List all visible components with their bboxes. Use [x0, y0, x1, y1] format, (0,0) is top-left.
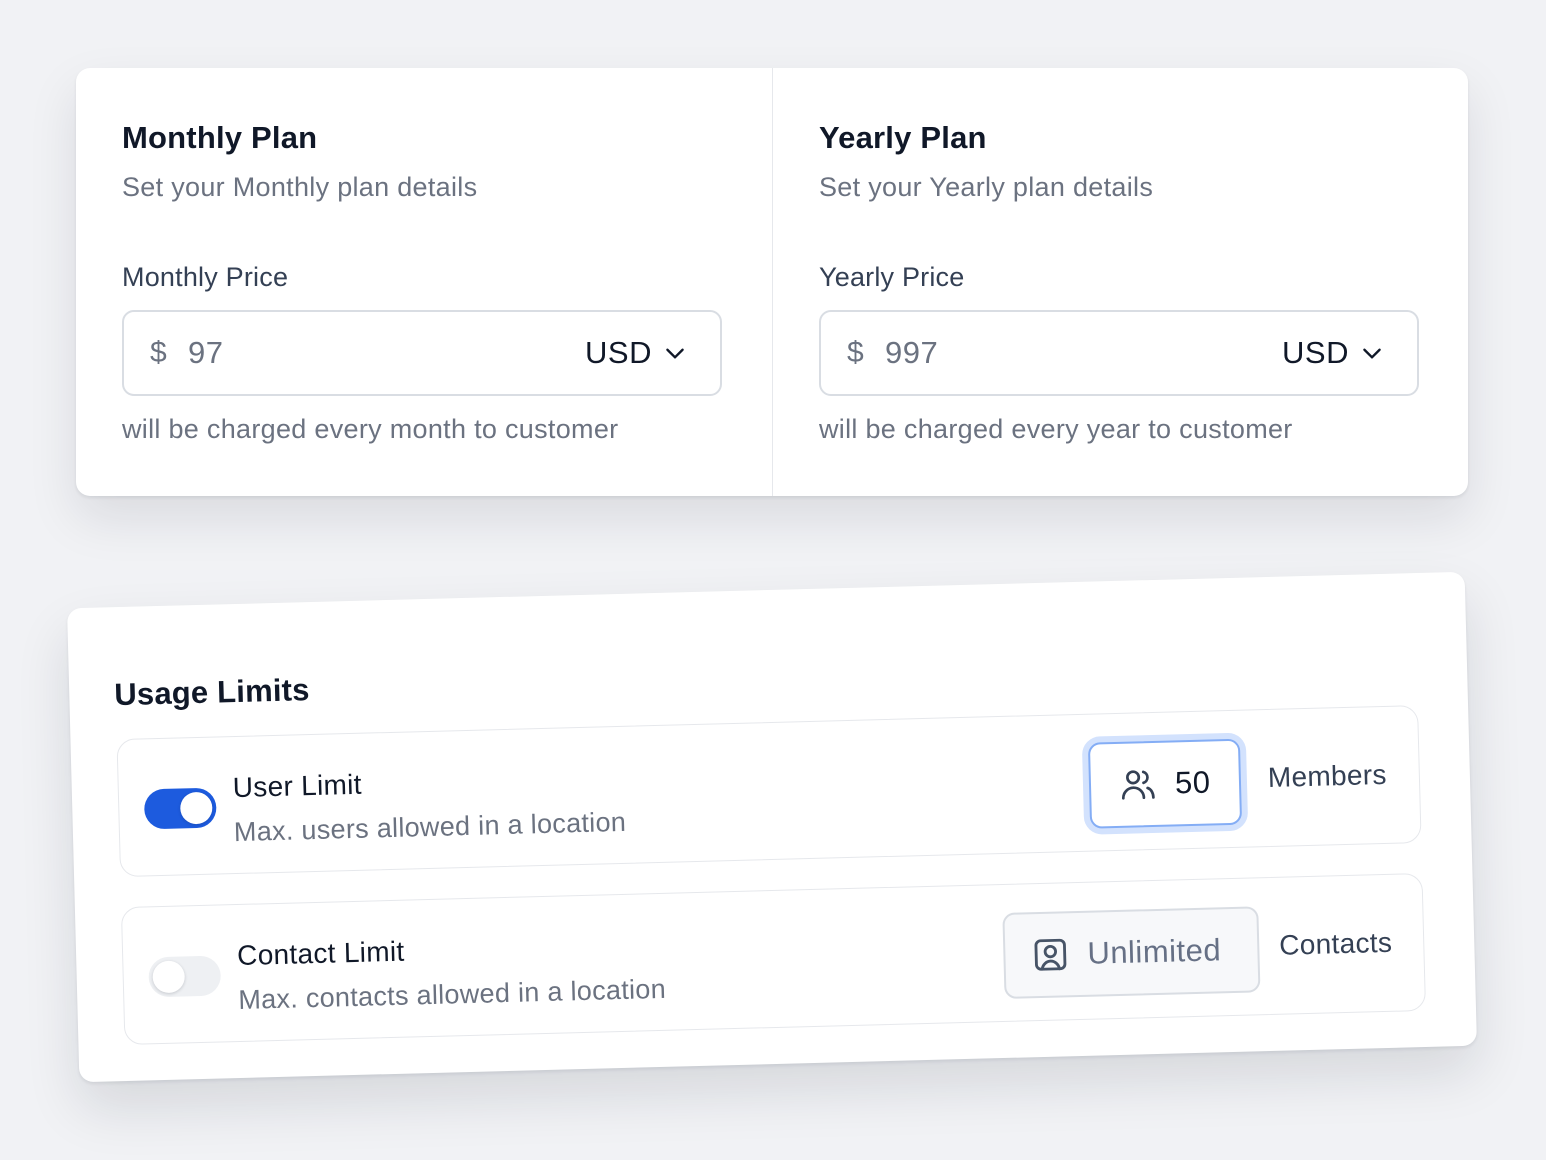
- limit-unit: Members: [1267, 758, 1388, 793]
- monthly-price-field[interactable]: $ 97 USD: [122, 310, 722, 396]
- plan-subtitle: Set your Yearly plan details: [819, 172, 1154, 202]
- limit-text: Contact Limit Max. contacts allowed in a…: [237, 928, 667, 1017]
- plan-title: Monthly Plan: [122, 120, 318, 155]
- limit-name: Contact Limit: [236, 935, 405, 972]
- limit-description: Max. contacts allowed in a location: [237, 973, 667, 1016]
- users-icon: [1121, 770, 1155, 800]
- limit-text: User Limit Max. users allowed in a locat…: [232, 761, 626, 849]
- price-label: Monthly Price: [122, 262, 289, 292]
- user-limit-toggle[interactable]: [143, 787, 217, 830]
- limit-unit: Contacts: [1278, 926, 1393, 961]
- yearly-price-field[interactable]: $ 997 USD: [819, 310, 1419, 396]
- usage-limits-title: Usage Limits: [113, 672, 311, 713]
- chevron-down-icon: [1363, 348, 1381, 359]
- currency-select[interactable]: USD: [1282, 335, 1385, 371]
- currency-symbol: $: [150, 336, 167, 369]
- plan-title: Yearly Plan: [819, 120, 987, 155]
- contact-card-icon: [1034, 938, 1067, 971]
- user-limit-row: User Limit Max. users allowed in a locat…: [116, 705, 1422, 878]
- chevron-down-icon: [666, 348, 684, 359]
- limit-value: Unlimited: [1086, 932, 1222, 971]
- plan-subtitle: Set your Monthly plan details: [122, 172, 478, 202]
- user-limit-input[interactable]: 50: [1087, 738, 1243, 829]
- monthly-plan-section: Monthly Plan Set your Monthly plan detai…: [76, 68, 772, 496]
- price-hint: will be charged every year to customer: [819, 414, 1293, 444]
- currency-symbol: $: [847, 336, 864, 369]
- monthly-price-input[interactable]: 97: [188, 335, 585, 371]
- toggle-knob: [179, 791, 213, 825]
- limit-value: 50: [1174, 764, 1211, 801]
- currency-select-label: USD: [1282, 335, 1349, 370]
- yearly-price-input[interactable]: 997: [885, 335, 1282, 371]
- limit-name: User Limit: [232, 768, 363, 804]
- yearly-plan-section: Yearly Plan Set your Yearly plan details…: [772, 68, 1468, 496]
- contact-limit-row: Contact Limit Max. contacts allowed in a…: [120, 872, 1427, 1046]
- currency-select[interactable]: USD: [585, 335, 688, 371]
- currency-select-label: USD: [585, 335, 652, 370]
- contact-limit-input[interactable]: Unlimited: [1002, 906, 1261, 999]
- price-label: Yearly Price: [819, 262, 965, 292]
- contact-limit-toggle[interactable]: [148, 955, 222, 998]
- plans-card: Monthly Plan Set your Monthly plan detai…: [76, 68, 1468, 496]
- usage-limits-card: Usage Limits User Limit Max. users allow…: [67, 571, 1477, 1083]
- toggle-knob: [152, 960, 186, 994]
- limit-description: Max. users allowed in a location: [233, 806, 627, 848]
- price-hint: will be charged every month to customer: [122, 414, 619, 444]
